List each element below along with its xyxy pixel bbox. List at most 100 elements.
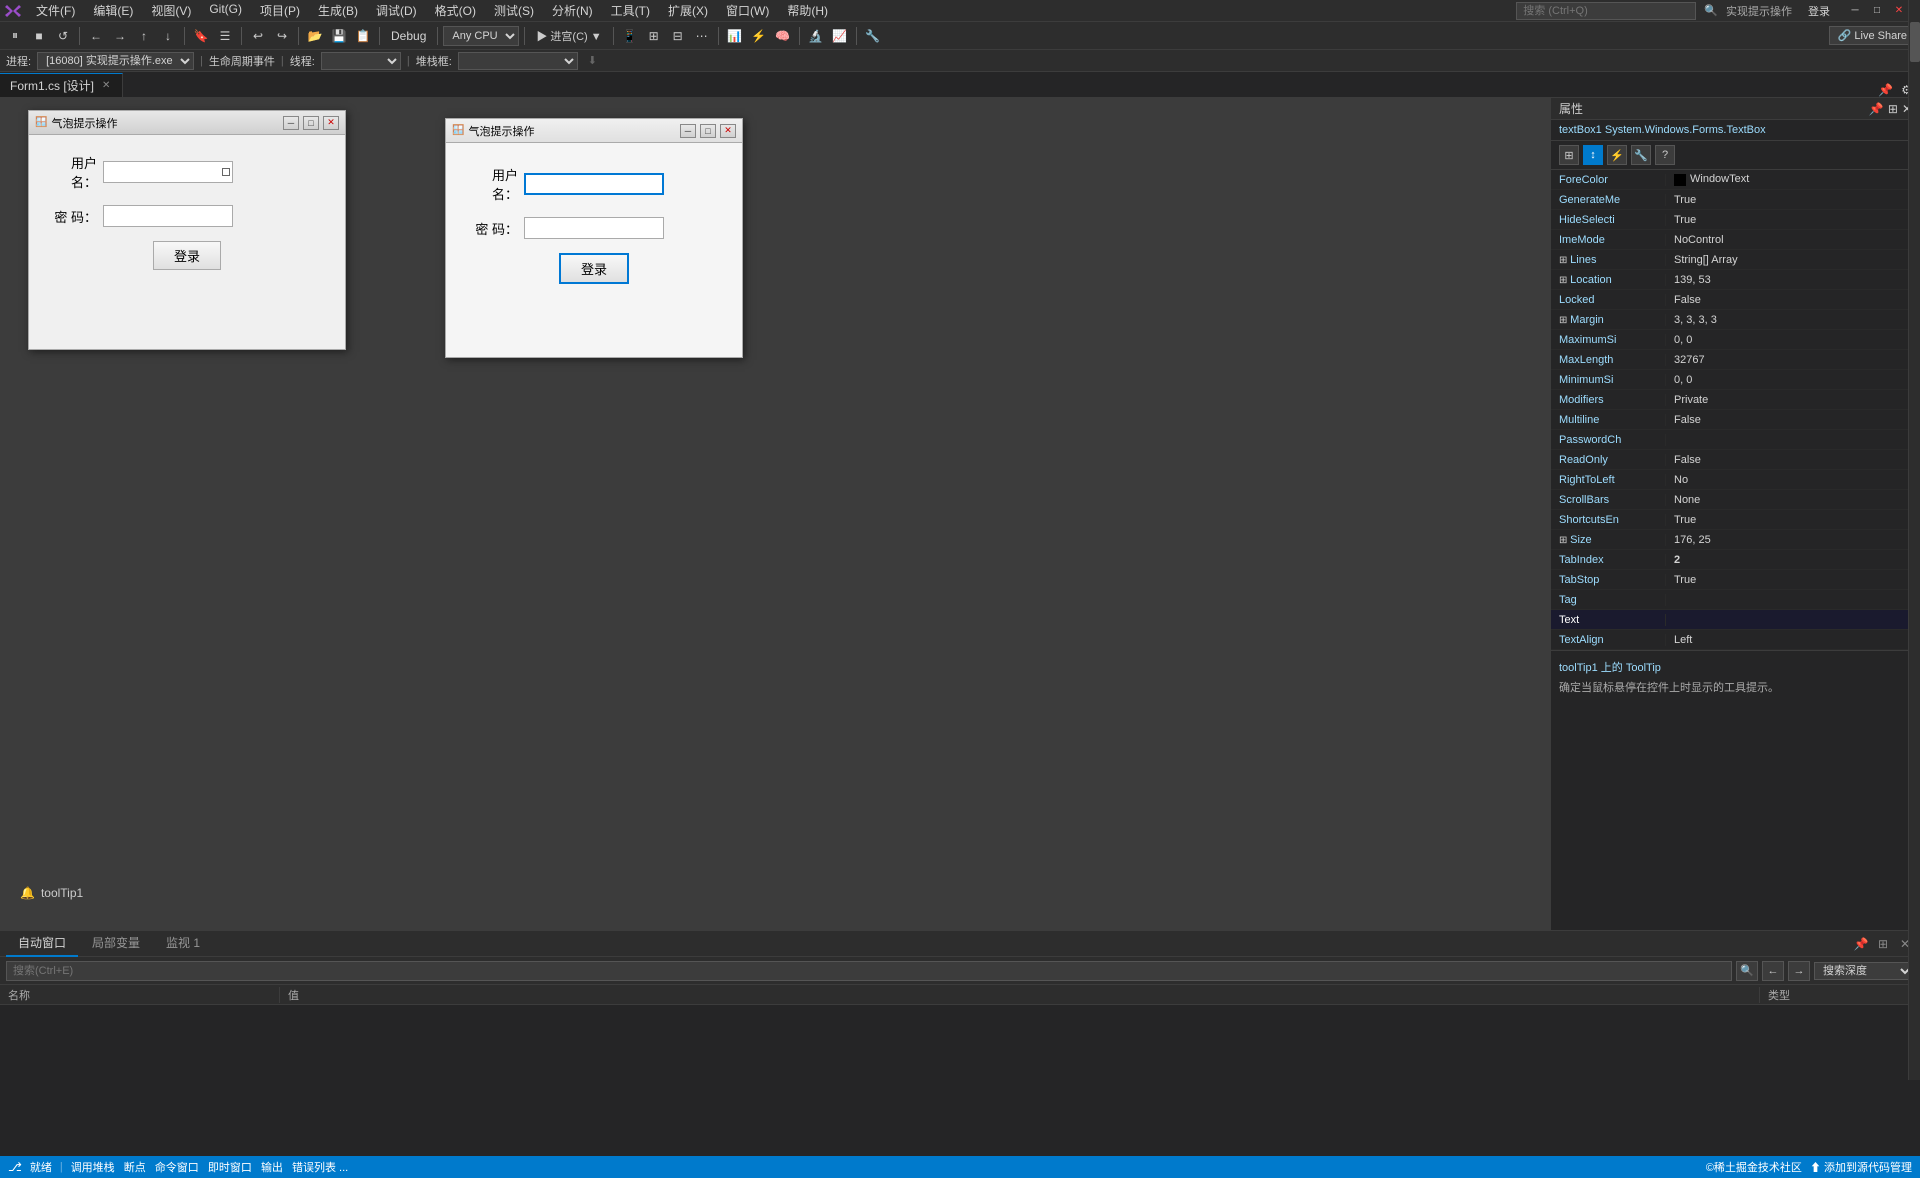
large-win-close[interactable]: ✕ <box>720 124 736 138</box>
toolbar-list[interactable]: ☰ <box>214 25 236 47</box>
toolbar-bookmark[interactable]: 🔖 <box>190 25 212 47</box>
large-password-input[interactable] <box>524 217 664 239</box>
small-window-title-bar[interactable]: 🪟 气泡提示操作 ─ □ ✕ <box>29 111 345 135</box>
toolbar-chart[interactable]: 📈 <box>829 25 851 47</box>
win-close[interactable]: ✕ <box>1890 2 1908 20</box>
menu-view[interactable]: 视图(V) <box>143 0 199 21</box>
large-username-input[interactable] <box>524 173 664 195</box>
menu-search-input[interactable] <box>1516 2 1696 20</box>
toolbar-save2[interactable]: 📋 <box>352 25 374 47</box>
props-grid-icon[interactable]: ⊞ <box>1559 145 1579 165</box>
auto-nav-forward[interactable]: → <box>1788 961 1810 981</box>
bottom-float-icon[interactable]: ⊞ <box>1874 935 1892 953</box>
prop-maxsize[interactable]: MaximumSi 0, 0 <box>1551 330 1920 350</box>
tab-close-btn[interactable]: ✕ <box>100 79 112 92</box>
prop-modifiers[interactable]: Modifiers Private <box>1551 390 1920 410</box>
bottom-tab-locals[interactable]: 局部变量 <box>80 930 152 957</box>
prop-tabstop[interactable]: TabStop True <box>1551 570 1920 590</box>
toolbar-down[interactable]: ↓ <box>157 25 179 47</box>
props-float-icon[interactable]: ⊞ <box>1888 102 1898 116</box>
tab-pin-icon[interactable]: 📌 <box>1878 83 1893 97</box>
login-button[interactable]: 登录 <box>1800 1 1838 21</box>
prop-shortcuts[interactable]: ShortcutsEn True <box>1551 510 1920 530</box>
stack-dropdown[interactable] <box>458 52 578 70</box>
toolbar-grid[interactable]: ⊞ <box>643 25 665 47</box>
menu-window[interactable]: 窗口(W) <box>718 0 777 21</box>
prop-maxlength[interactable]: MaxLength 32767 <box>1551 350 1920 370</box>
small-win-minimize[interactable]: ─ <box>283 116 299 130</box>
bottom-tab-auto[interactable]: 自动窗口 <box>6 930 78 957</box>
win-minimize[interactable]: ─ <box>1846 2 1864 20</box>
prop-minsize[interactable]: MinimumSi 0, 0 <box>1551 370 1920 390</box>
immediate-btn[interactable]: 即时窗口 <box>208 1162 252 1174</box>
menu-edit[interactable]: 编辑(E) <box>85 0 141 21</box>
prop-imemode[interactable]: ImeMode NoControl <box>1551 230 1920 250</box>
toolbar-device[interactable]: 📱 <box>619 25 641 47</box>
toolbar-profiler[interactable]: ⚡ <box>748 25 770 47</box>
props-pin-icon[interactable]: 📌 <box>1869 102 1884 116</box>
menu-build[interactable]: 生成(B) <box>310 0 366 21</box>
menu-extensions[interactable]: 扩展(X) <box>660 0 716 21</box>
toolbar-diagnostics[interactable]: 🔬 <box>805 25 827 47</box>
small-win-close[interactable]: ✕ <box>323 116 339 130</box>
prop-text[interactable]: Text <box>1551 610 1920 630</box>
small-win-maximize[interactable]: □ <box>303 116 319 130</box>
toolbar-save[interactable]: 💾 <box>328 25 350 47</box>
prop-righttoleft[interactable]: RightToLeft No <box>1551 470 1920 490</box>
toolbar-more[interactable]: ⋯ <box>691 25 713 47</box>
liveshare-button[interactable]: 🔗 Live Share <box>1829 26 1916 45</box>
command-btn[interactable]: 命令窗口 <box>155 1162 199 1174</box>
menu-project[interactable]: 项目(P) <box>252 0 308 21</box>
tab-form1-design[interactable]: Form1.cs [设计] ✕ <box>0 73 123 97</box>
small-password-input[interactable] <box>103 205 233 227</box>
prop-size[interactable]: Size 176, 25 <box>1551 530 1920 550</box>
prop-hideselect[interactable]: HideSelecti True <box>1551 210 1920 230</box>
toolbar-up[interactable]: ↑ <box>133 25 155 47</box>
toolbar-pause[interactable]: ⏸ <box>4 25 26 47</box>
bottom-pin-icon[interactable]: 📌 <box>1852 935 1870 953</box>
prop-passwordch[interactable]: PasswordCh <box>1551 430 1920 450</box>
menu-test[interactable]: 测试(S) <box>486 0 542 21</box>
props-sort-icon[interactable]: ↕ <box>1583 145 1603 165</box>
large-window-title-bar[interactable]: 🪟 气泡提示操作 ─ □ ✕ <box>446 119 742 143</box>
prop-locked[interactable]: Locked False <box>1551 290 1920 310</box>
design-canvas[interactable]: 🪟 气泡提示操作 ─ □ ✕ 用户名： 密 码： 登录 <box>0 98 1550 930</box>
auto-nav-back[interactable]: ← <box>1762 961 1784 981</box>
prop-multiline[interactable]: Multiline False <box>1551 410 1920 430</box>
callstack-btn[interactable]: 调用堆栈 <box>71 1162 115 1174</box>
toolbar-redo[interactable]: ↪ <box>271 25 293 47</box>
prop-readonly[interactable]: ReadOnly False <box>1551 450 1920 470</box>
large-login-button[interactable]: 登录 <box>559 253 629 284</box>
cpu-dropdown[interactable]: Any CPU <box>443 26 519 46</box>
toolbar-align[interactable]: ⊟ <box>667 25 689 47</box>
menu-git[interactable]: Git(G) <box>201 0 250 21</box>
toolbar-back[interactable]: ← <box>85 25 107 47</box>
prop-lines[interactable]: Lines String[] Array <box>1551 250 1920 270</box>
menu-file[interactable]: 文件(F) <box>28 0 83 21</box>
bottom-tab-watch[interactable]: 监视 1 <box>154 930 212 957</box>
large-win-minimize[interactable]: ─ <box>680 124 696 138</box>
prop-margin[interactable]: Margin 3, 3, 3, 3 <box>1551 310 1920 330</box>
toolbar-undo[interactable]: ↩ <box>247 25 269 47</box>
menu-analyze[interactable]: 分析(N) <box>544 0 601 21</box>
menu-help[interactable]: 帮助(H) <box>779 0 836 21</box>
auto-depth-dropdown[interactable]: 搜索深度 <box>1814 962 1914 980</box>
toolbar-open[interactable]: 📂 <box>304 25 326 47</box>
props-prop-icon[interactable]: 🔧 <box>1631 145 1651 165</box>
toolbar-stop[interactable]: ■ <box>28 25 50 47</box>
prop-scrollbars[interactable]: ScrollBars None <box>1551 490 1920 510</box>
process-dropdown[interactable]: [16080] 实现提示操作.exe <box>37 52 194 70</box>
menu-format[interactable]: 格式(O) <box>427 0 484 21</box>
toolbar-restart[interactable]: ↺ <box>52 25 74 47</box>
toolbar-memory[interactable]: 🧠 <box>772 25 794 47</box>
large-win-maximize[interactable]: □ <box>700 124 716 138</box>
breakpoint-btn[interactable]: 断点 <box>124 1162 146 1174</box>
menu-tools[interactable]: 工具(T) <box>603 0 658 21</box>
menu-debug[interactable]: 调试(D) <box>368 0 425 21</box>
prop-location[interactable]: Location 139, 53 <box>1551 270 1920 290</box>
toolbar-extras[interactable]: 🔧 <box>862 25 884 47</box>
auto-search-btn[interactable]: 🔍 <box>1736 961 1758 981</box>
props-event-icon[interactable]: ⚡ <box>1607 145 1627 165</box>
win-maximize[interactable]: □ <box>1868 2 1886 20</box>
prop-tabindex[interactable]: TabIndex 2 <box>1551 550 1920 570</box>
